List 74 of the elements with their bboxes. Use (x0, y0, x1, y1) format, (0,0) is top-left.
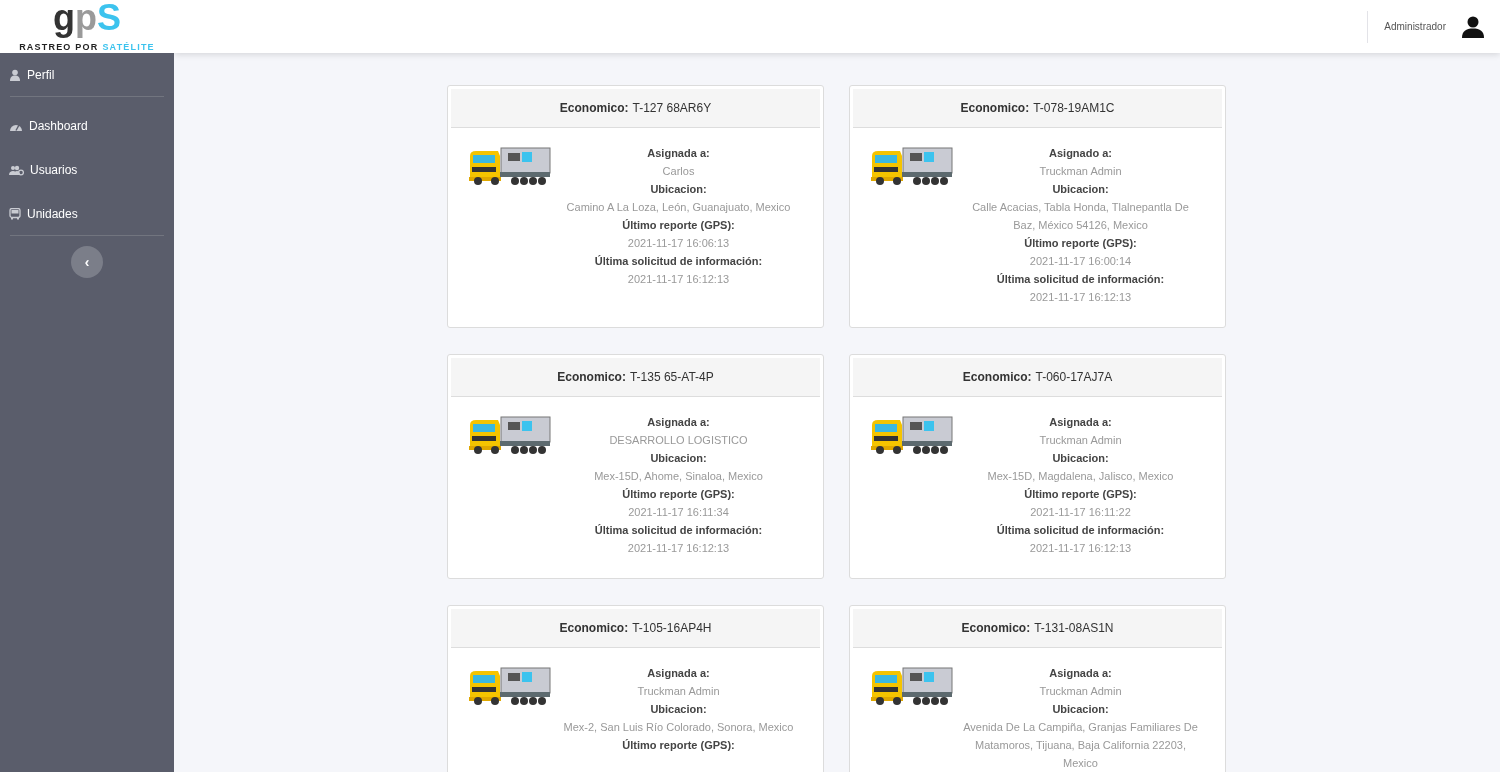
collapse-button[interactable]: ‹ (71, 246, 103, 278)
field-label: Ubicacion: (1051, 451, 1110, 466)
field-label: Última solicitud de información: (995, 272, 1166, 287)
field-label: Último reporte (GPS): (1023, 487, 1138, 502)
logo-letter: S (97, 0, 121, 36)
field-value: 2021-11-17 16:12:13 (1028, 290, 1133, 305)
field-label: Asignada a: (646, 146, 711, 161)
field-label: Última solicitud de información: (593, 254, 764, 269)
person-icon (9, 69, 21, 81)
truck-icon (468, 415, 551, 455)
field-value: Mex-2, San Luis Río Colorado, Sonora, Mexico (562, 720, 795, 735)
user-icon[interactable] (1462, 15, 1484, 38)
logo-tagline: RASTREO POR (19, 41, 99, 53)
users-icon (9, 164, 24, 176)
field-value: Carlos (661, 164, 696, 179)
field-label: Asignado a: (1048, 146, 1113, 161)
field-label: Último reporte (GPS): (621, 218, 736, 233)
truck-icon (870, 666, 953, 706)
sidebar-item[interactable]: Usuarios (0, 159, 174, 181)
field-label: Último reporte (GPS): (1023, 236, 1138, 251)
field-value: 2021-11-17 16:11:34 (627, 505, 730, 520)
sidebar-item[interactable]: Dashboard (0, 115, 174, 137)
field-value: Truckman Admin (1038, 164, 1123, 179)
bus-icon (9, 208, 21, 220)
title-label: Economico: (559, 100, 629, 117)
logo-tagline: SATÉLITE (102, 41, 155, 53)
field-label: Ubicacion: (1051, 182, 1110, 197)
title-value: T-078-19AM1C (1033, 100, 1115, 117)
field-label: Última solicitud de información: (995, 523, 1166, 538)
field-value: Truckman Admin (1038, 433, 1123, 448)
truck-icon (870, 146, 953, 186)
field-value: Mex-15D, Ahome, Sinaloa, Mexico (593, 469, 764, 484)
field-value: DESARROLLO LOGISTICO (608, 433, 749, 448)
field-value: 2021-11-17 16:11:22 (1029, 505, 1132, 520)
field-value: 2021-11-17 16:00:14 (1028, 254, 1133, 269)
sidebar-item[interactable]: Perfil (0, 64, 174, 86)
field-value: Truckman Admin (636, 684, 721, 699)
title-value: T-135 65-AT-4P (629, 369, 714, 386)
field-value: Avenida De La Campiña, Granjas Familiares De Matamoros, Tijuana, Baja California 22203, Mexico (963, 720, 1198, 771)
field-value: 2021-11-17 16:12:13 (626, 541, 731, 556)
field-label: Asignada a: (646, 666, 711, 681)
title-value: T-131-08AS1N (1034, 620, 1114, 637)
logo-letter: p (75, 0, 97, 36)
title-label: Economico: (962, 369, 1032, 386)
user-name: Administrador (1384, 20, 1446, 34)
field-value: 2021-11-17 16:06:13 (626, 236, 731, 251)
field-label: Ubicacion: (649, 182, 708, 197)
field-value: Camino A La Loza, León, Guanajuato, Mexico (565, 200, 792, 215)
title-value: T-105-16AP4H (632, 620, 712, 637)
field-label: Ubicacion: (1051, 702, 1110, 717)
title-value: T-060-17AJ7A (1035, 369, 1113, 386)
field-label: Última solicitud de información: (593, 523, 764, 538)
field-value: Mex-15D, Magdalena, Jalisco, Mexico (986, 469, 1175, 484)
truck-icon (468, 146, 551, 186)
field-label: Asignada a: (1048, 415, 1113, 430)
title-label: Economico: (557, 369, 626, 386)
field-value: Truckman Admin (1038, 684, 1123, 699)
sidebar-item[interactable]: Unidades (0, 203, 174, 225)
title-value: T-127 68AR6Y (632, 100, 712, 117)
field-label: Asignada a: (1048, 666, 1113, 681)
field-label: Último reporte (GPS): (621, 738, 736, 753)
field-value: 2021-11-17 16:12:13 (1028, 541, 1133, 556)
logo-letter: g (53, 0, 75, 36)
title-label: Economico: (961, 620, 1031, 637)
field-value: Calle Acacias, Tabla Honda, Tlalnepantla De Baz, México 54126, Mexico (971, 200, 1190, 233)
field-label: Ubicacion: (649, 702, 708, 717)
title-label: Economico: (960, 100, 1030, 117)
truck-icon (468, 666, 551, 706)
field-label: Asignada a: (646, 415, 711, 430)
field-label: Ubicacion: (649, 451, 708, 466)
field-value: 2021-11-17 16:12:13 (626, 272, 731, 287)
title-label: Economico: (559, 620, 629, 637)
truck-icon (870, 415, 953, 455)
field-label: Último reporte (GPS): (621, 487, 736, 502)
